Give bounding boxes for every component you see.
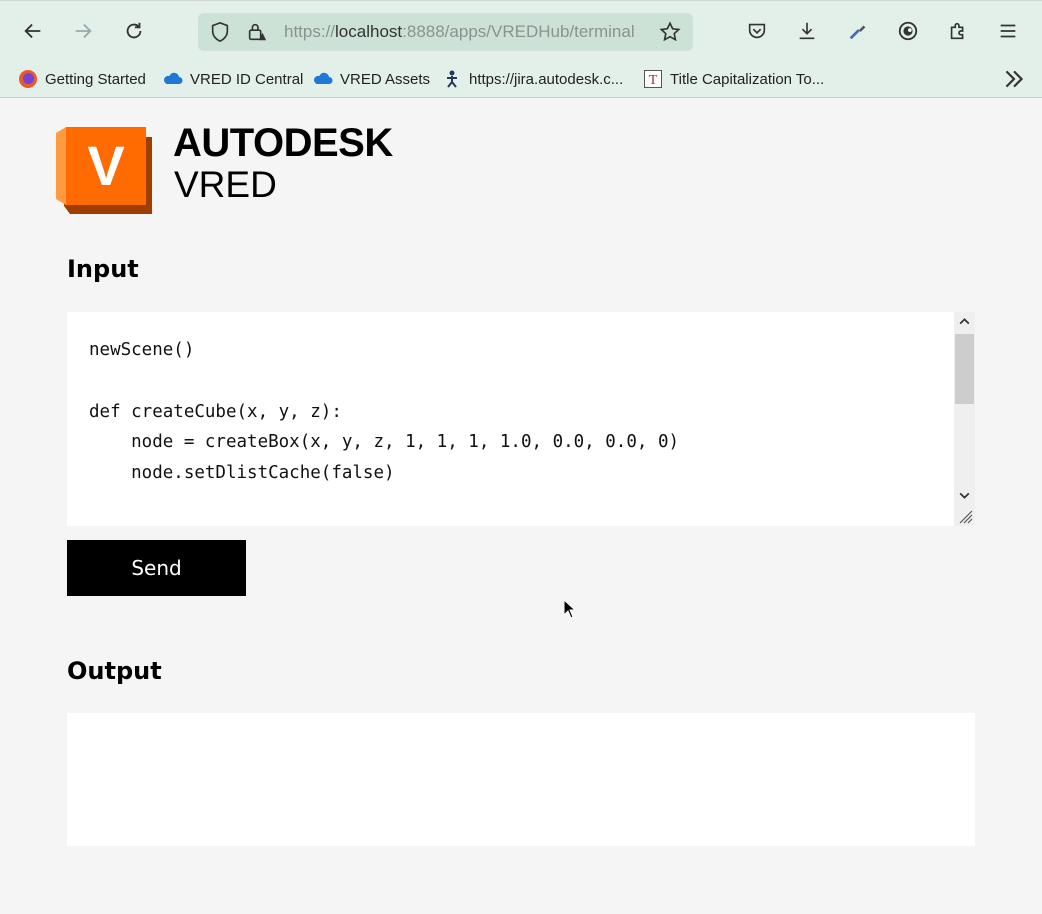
code-text[interactable]: newScene() def createCube(x, y, z): node… [89,335,679,526]
browser-toolbar: https://localhost:8888/apps/VREDHub/term… [0,0,1042,62]
cloud-icon [163,69,183,89]
download-icon [799,22,815,40]
title-t-icon: T [643,69,663,89]
puzzle-icon [950,22,964,40]
mouse-pointer-icon [563,599,577,619]
bookmark-getting-started[interactable]: Getting Started [18,66,146,92]
hamburger-menu-icon [1000,24,1016,38]
shield-icon[interactable] [209,21,231,43]
extensions-button[interactable] [940,13,976,49]
vertical-scrollbar[interactable] [954,312,975,526]
cloud-icon [313,69,333,89]
pocket-icon [748,23,766,39]
svg-text:T: T [649,73,658,88]
forward-arrow-icon [75,23,92,39]
url-text[interactable]: https://localhost:8888/apps/VREDHub/term… [284,22,635,42]
send-button[interactable]: Send [67,540,246,596]
vred-logo-icon: V [56,127,152,214]
bookmark-vred-assets[interactable]: VRED Assets [313,66,430,92]
chevron-double-right-icon[interactable] [1001,66,1027,92]
eyedropper-icon [849,25,866,40]
brand-autodesk: AUTODESK [173,121,393,165]
extension-button[interactable] [890,13,926,49]
back-button[interactable] [15,13,51,49]
account-circle-icon [898,21,918,41]
brand-vred: VRED [174,164,277,205]
pocket-button[interactable] [739,13,775,49]
url-bar[interactable]: https://localhost:8888/apps/VREDHub/term… [198,13,693,51]
jira-icon [442,69,462,89]
bookmark-vred-id-central[interactable]: VRED ID Central [163,66,303,92]
input-heading: Input [67,255,139,283]
lock-warning-icon[interactable] [246,21,268,43]
star-icon[interactable] [659,21,681,43]
bookmark-title-capitalization[interactable]: T Title Capitalization To... [643,66,824,92]
back-arrow-icon [24,23,41,39]
output-panel [67,713,975,846]
code-input-textarea[interactable]: newScene() def createCube(x, y, z): node… [67,312,975,526]
scroll-up-arrow-icon[interactable] [958,315,971,328]
reload-icon [126,22,142,39]
reload-button[interactable] [116,13,152,49]
menu-button[interactable] [990,13,1026,49]
resize-handle-icon[interactable] [959,510,973,524]
bookmark-jira[interactable]: https://jira.autodesk.c... [442,66,623,92]
forward-button[interactable] [65,13,101,49]
scroll-down-arrow-icon[interactable] [958,489,971,502]
firefox-icon [18,69,38,89]
svg-text:V: V [87,134,124,197]
output-heading: Output [67,657,162,685]
downloads-button[interactable] [789,13,825,49]
scrollbar-thumb[interactable] [955,334,974,404]
eyedropper-button[interactable] [840,13,876,49]
